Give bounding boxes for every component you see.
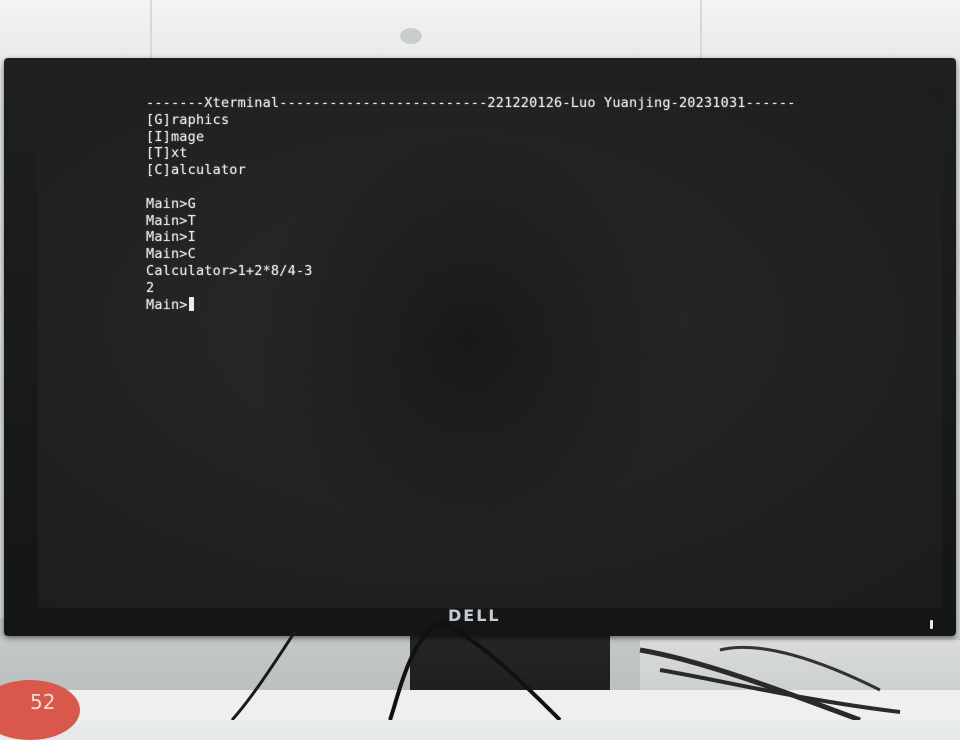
cable — [639, 647, 861, 720]
cables — [230, 620, 901, 720]
cable — [388, 620, 442, 720]
cable — [719, 645, 881, 692]
cable — [439, 620, 562, 720]
cable — [230, 629, 298, 720]
